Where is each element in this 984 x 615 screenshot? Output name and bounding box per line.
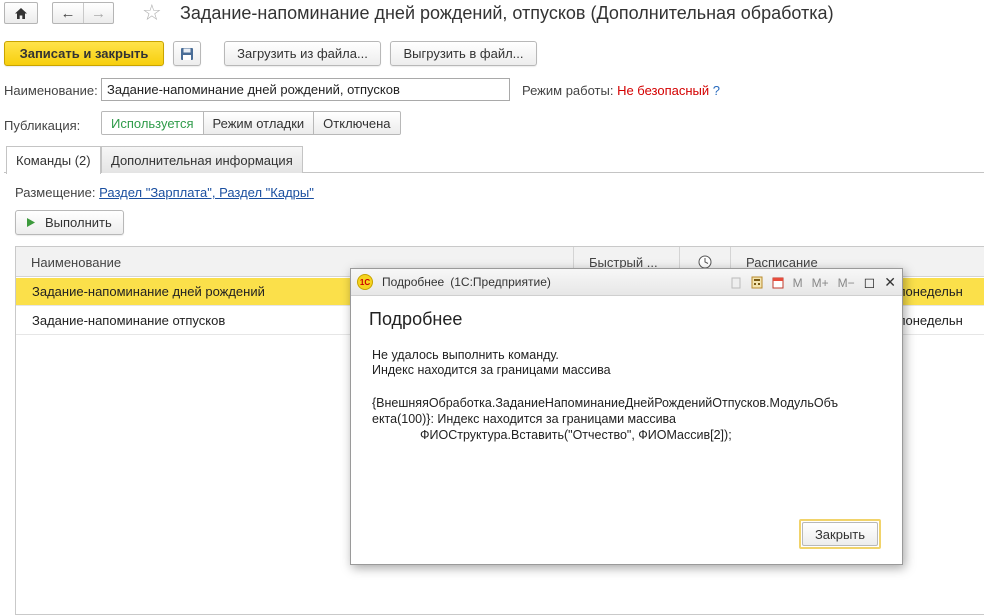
close-dialog-label: Закрыть xyxy=(802,522,878,546)
help-icon[interactable]: ? xyxy=(713,83,720,98)
error-message-line2: Индекс находится за границами массива xyxy=(372,363,611,377)
error-detail-line3: ФИОСтруктура.Вставить("Отчество", ФИОМас… xyxy=(420,428,732,442)
play-icon xyxy=(27,218,35,227)
publication-switch: Используется Режим отладки Отключена xyxy=(101,111,401,135)
publication-option-used[interactable]: Используется xyxy=(102,112,203,134)
mode-label: Режим работы: Не безопасный ? xyxy=(522,83,720,98)
placement-row: Размещение: Раздел "Зарплата", Раздел "К… xyxy=(15,185,314,200)
memory-minus-button[interactable]: M− xyxy=(838,276,855,290)
placement-label: Размещение: xyxy=(15,185,96,200)
export-to-file-button[interactable]: Выгрузить в файл... xyxy=(390,41,537,66)
publication-option-disabled[interactable]: Отключена xyxy=(313,112,400,134)
publication-label: Публикация: xyxy=(4,118,81,133)
page-title: Задание-напоминание дней рождений, отпус… xyxy=(180,3,834,23)
tab-commands[interactable]: Команды (2) xyxy=(6,146,101,174)
save-close-button[interactable]: Записать и закрыть xyxy=(4,41,164,66)
name-field[interactable]: Задание-напоминание дней рождений, отпус… xyxy=(101,78,510,101)
mode-value: Не безопасный xyxy=(617,83,710,98)
error-detail-line2: екта(100)}: Индекс находится за границам… xyxy=(372,412,677,426)
row-name: Задание-напоминание дней рождений xyxy=(32,284,265,299)
close-icon[interactable]: ✕ xyxy=(884,274,896,291)
mode-label-text: Режим работы: xyxy=(522,83,614,98)
publication-option-debug[interactable]: Режим отладки xyxy=(202,112,314,134)
calculator-icon[interactable] xyxy=(751,276,763,289)
error-detail-line1: {ВнешняяОбработка.ЗаданиеНапоминаниеДней… xyxy=(372,396,839,410)
dialog-titlebar: 1С Подробнее (1С:Предприятие) M M+ M− ◻ … xyxy=(351,269,902,296)
maximize-icon[interactable]: ◻ xyxy=(864,274,876,291)
home-icon xyxy=(15,7,27,19)
clock-icon xyxy=(698,255,712,269)
tab-additional-info[interactable]: Дополнительная информация xyxy=(101,146,303,173)
forward-arrow-icon[interactable]: → xyxy=(83,3,113,23)
name-label: Наименование: xyxy=(4,83,98,98)
save-button[interactable] xyxy=(173,41,201,66)
error-message-line1: Не удалось выполнить команду. xyxy=(372,348,559,362)
memory-m-button[interactable]: M xyxy=(793,276,803,290)
app-logo-icon: 1С xyxy=(357,274,373,290)
home-button[interactable] xyxy=(4,2,38,24)
calendar-icon[interactable] xyxy=(772,276,784,289)
details-dialog: 1С Подробнее (1С:Предприятие) M M+ M− ◻ … xyxy=(350,268,903,565)
placement-link[interactable]: Раздел "Зарплата", Раздел "Кадры" xyxy=(99,185,314,200)
dialog-app-name: (1С:Предприятие) xyxy=(450,275,551,289)
dialog-window-title: Подробнее xyxy=(382,275,445,289)
favorite-star-icon[interactable]: ☆ xyxy=(142,0,162,26)
row-name: Задание-напоминание отпусков xyxy=(32,313,226,328)
dialog-heading: Подробнее xyxy=(369,309,463,329)
history-nav: ← → xyxy=(52,2,114,24)
memory-plus-button[interactable]: M+ xyxy=(812,276,829,290)
print-icon[interactable] xyxy=(730,277,742,289)
close-dialog-button[interactable]: Закрыть xyxy=(799,519,881,549)
back-arrow-icon[interactable]: ← xyxy=(53,3,83,23)
load-from-file-button[interactable]: Загрузить из файла... xyxy=(224,41,381,66)
execute-button[interactable]: Выполнить xyxy=(15,210,124,235)
floppy-disk-icon xyxy=(181,47,193,60)
dialog-tools: M M+ M− ◻ ✕ xyxy=(730,269,896,296)
execute-label: Выполнить xyxy=(45,215,112,230)
